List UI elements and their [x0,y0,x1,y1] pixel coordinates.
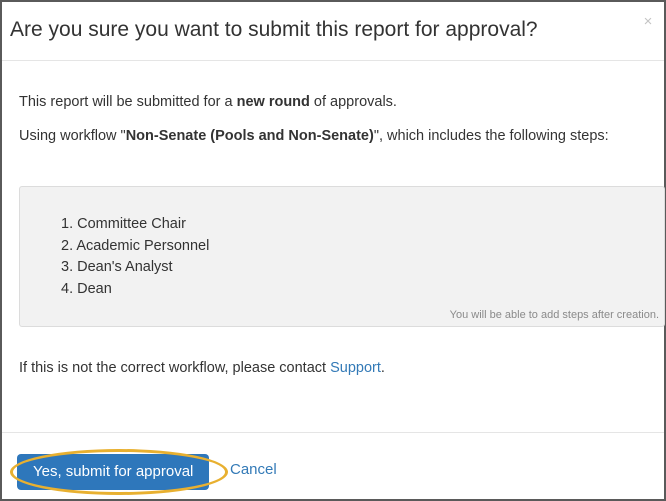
workflow-step: 1. Committee Chair [61,216,186,232]
workflow-steps-list: 1. Committee Chair 2. Academic Personnel… [61,214,209,300]
round-info-emphasis: new round [236,94,310,110]
dialog-title: Are you sure you want to submit this rep… [10,18,538,41]
support-link[interactable]: Support [330,360,381,376]
workflow-step: 3. Dean's Analyst [61,259,173,275]
round-info-prefix: This report will be submitted for a [19,94,237,110]
workflow-info-text: Using workflow "Non-Senate (Pools and No… [19,126,649,147]
close-icon: × [643,13,653,30]
close-button[interactable]: × [640,14,656,30]
support-info-prefix: If this is not the correct workflow, ple… [19,360,331,376]
support-info-text: If this is not the correct workflow, ple… [19,358,385,379]
workflow-steps-box: 1. Committee Chair 2. Academic Personnel… [19,186,665,327]
dialog-header: Are you sure you want to submit this rep… [2,2,664,61]
workflow-info-suffix: ", which includes the following steps: [373,128,609,144]
submit-for-approval-button[interactable]: Yes, submit for approval [17,454,210,490]
workflow-step: 2. Academic Personnel [61,237,210,254]
steps-note: You will be able to add steps after crea… [449,309,659,321]
workflow-name: Non-Senate (Pools and Non-Senate) [125,128,374,144]
round-info-suffix: of approvals. [309,94,397,110]
workflow-step: 4. Dean [61,280,112,297]
support-info-suffix: . [380,360,385,376]
round-info-text: This report will be submitted for a new … [19,92,397,113]
workflow-info-prefix: Using workflow " [19,128,126,144]
submit-approval-dialog: Are you sure you want to submit this rep… [0,0,666,501]
cancel-link[interactable]: Cancel [230,455,277,485]
dialog-footer: Yes, submit for approval Cancel [2,432,664,499]
